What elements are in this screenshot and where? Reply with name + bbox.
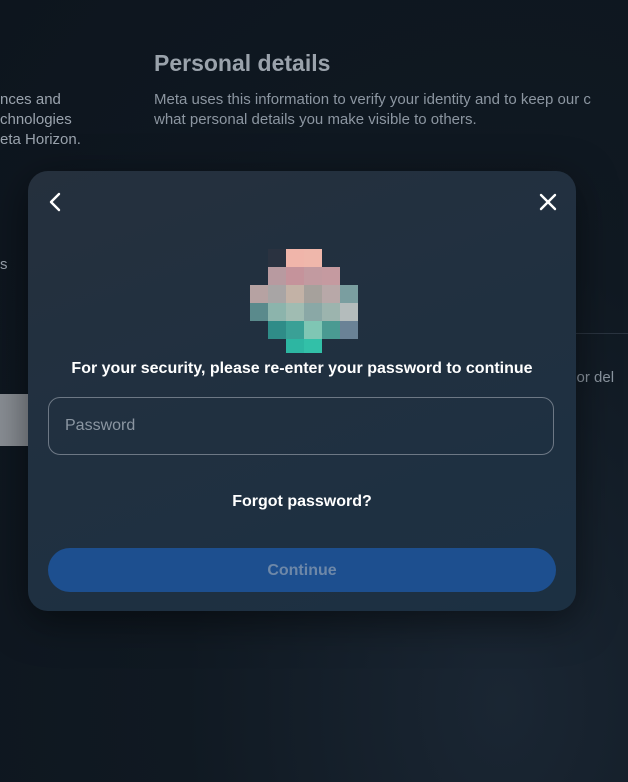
background-left-line: nces and — [0, 91, 61, 108]
close-button[interactable] — [534, 188, 562, 216]
password-input[interactable] — [48, 397, 554, 455]
close-icon — [539, 193, 557, 211]
chevron-left-icon — [49, 192, 61, 212]
background-selected-nav-block — [0, 394, 28, 446]
background-left-fragment: s — [0, 256, 8, 273]
security-message: For your security, please re-enter your … — [71, 360, 533, 377]
back-button[interactable] — [42, 188, 70, 216]
avatar — [250, 249, 358, 353]
background-desc-line: Meta uses this information to verify you… — [154, 91, 591, 108]
background-section-description: Meta uses this information to verify you… — [154, 90, 628, 130]
pixelated-avatar-icon — [250, 249, 358, 353]
page: nces and chnologies eta Horizon. s Perso… — [0, 0, 628, 782]
background-section-title: Personal details — [154, 50, 331, 76]
background-desc-line: what personal details you make visible t… — [154, 111, 477, 128]
background-left-line: chnologies — [0, 111, 72, 128]
reauth-dialog: For your security, please re-enter your … — [28, 171, 576, 611]
continue-button[interactable]: Continue — [48, 548, 556, 592]
background-left-line: eta Horizon. — [0, 131, 81, 148]
forgot-password-link[interactable]: Forgot password? — [28, 493, 576, 511]
background-left-description: nces and chnologies eta Horizon. — [0, 90, 140, 150]
